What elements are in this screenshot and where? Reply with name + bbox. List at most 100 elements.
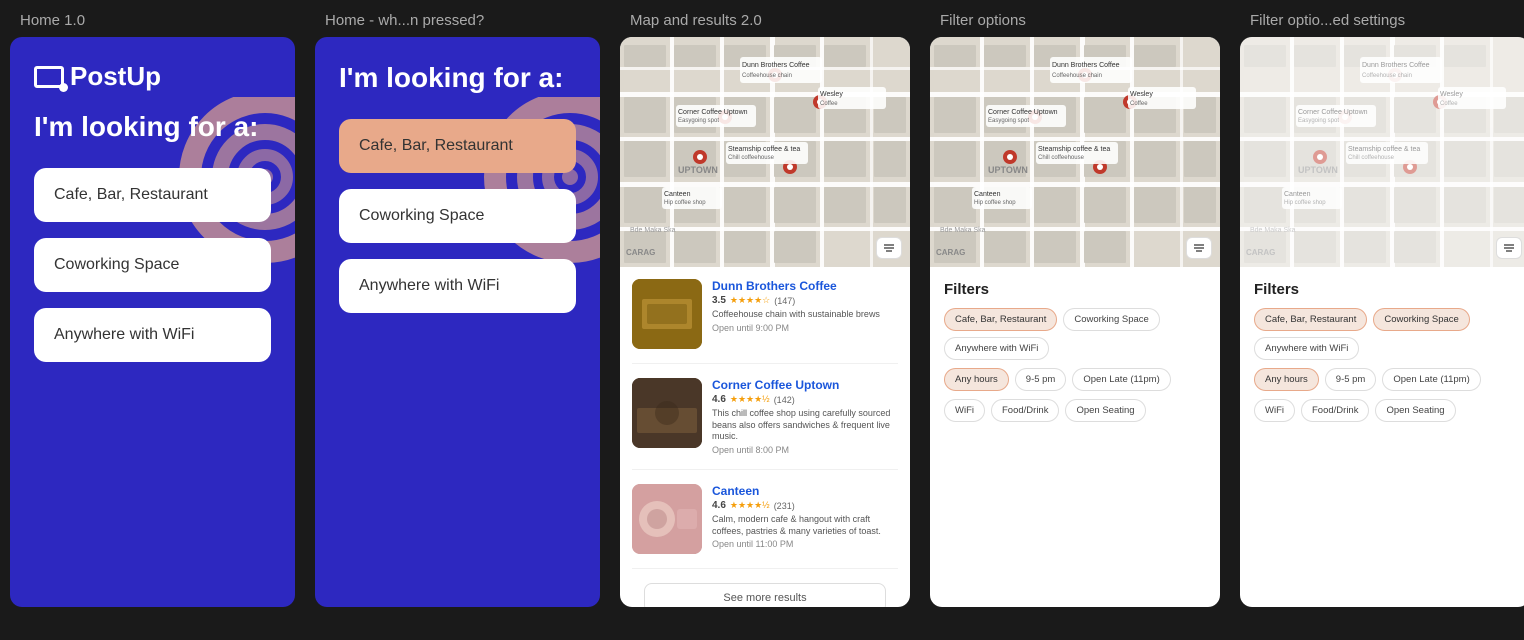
map-area-4: Dunn Brothers Coffee Coffeehouse chain W… [930,37,1220,267]
svg-text:UPTOWN: UPTOWN [678,165,718,175]
filter-seating-4[interactable]: Open Seating [1065,399,1145,422]
filter-row-type-4: Cafe, Bar, Restaurant Coworking Space An… [944,308,1206,360]
filters-title-5: Filters [1254,281,1516,298]
filter-row-hours-5: Any hours 9-5 pm Open Late (11pm) [1254,368,1516,391]
svg-text:Bde Maka Ska: Bde Maka Ska [630,227,676,234]
label-filter-advanced: Filter optio...ed settings [1230,12,1520,29]
filter-anyhours-4[interactable]: Any hours [944,368,1009,391]
filter-food-4[interactable]: Food/Drink [991,399,1059,422]
svg-text:Hip coffee shop: Hip coffee shop [974,200,1016,206]
filter-seating-5[interactable]: Open Seating [1375,399,1455,422]
rating-score-dunn: 3.5 [712,295,726,306]
svg-text:Canteen: Canteen [664,191,691,198]
filter-cowork-4[interactable]: Coworking Space [1063,308,1159,331]
svg-text:Canteen: Canteen [1284,191,1311,198]
svg-text:Coffeehouse chain: Coffeehouse chain [742,73,792,79]
filter-wifi-amenity-4[interactable]: WiFi [944,399,985,422]
label-home2: Home - wh...n pressed? [305,12,610,29]
screen-filter-advanced: Dunn Brothers Coffee Coffeehouse chain W… [1240,37,1524,607]
result-desc-canteen: Calm, modern cafe & hangout with craft c… [712,514,898,537]
map-filter-btn-5[interactable] [1496,237,1522,259]
filter-anyhours-5[interactable]: Any hours [1254,368,1319,391]
filter-cafe-5[interactable]: Cafe, Bar, Restaurant [1254,308,1367,331]
svg-text:Bde Maka Ska: Bde Maka Ska [1250,227,1296,234]
label-map-results: Map and results 2.0 [610,12,920,29]
result-hours-canteen: Open until 11:00 PM [712,539,898,549]
filter-wifi-5[interactable]: Anywhere with WiFi [1254,337,1359,360]
svg-text:Hip coffee shop: Hip coffee shop [664,200,706,206]
svg-text:Corner Coffee Uptown: Corner Coffee Uptown [1298,109,1368,116]
option-cafe-bar[interactable]: Cafe, Bar, Restaurant [34,168,271,222]
svg-text:Bde Maka Ska: Bde Maka Ska [940,227,986,234]
map-area-5: Dunn Brothers Coffee Coffeehouse chain W… [1240,37,1524,267]
result-info-canteen: Canteen 4.6 ★★★★½ (231) Calm, modern caf… [712,484,898,554]
option-coworking-2[interactable]: Coworking Space [339,189,576,243]
see-more-button[interactable]: See more results [644,583,886,607]
stars-dunn: ★★★★☆ [730,295,770,306]
rating-score-canteen: 4.6 [712,500,726,511]
filter-row-amenities-4: WiFi Food/Drink Open Seating [944,399,1206,422]
svg-text:Wesley: Wesley [1130,91,1153,98]
svg-text:CARAG: CARAG [626,248,655,257]
postup-logo: PostUp [34,61,271,92]
map-filter-btn[interactable] [876,237,902,259]
filters-panel-5: Filters Cafe, Bar, Restaurant Coworking … [1240,267,1524,444]
result-name-canteen: Canteen [712,484,898,498]
logo-text: PostUp [70,61,161,92]
result-rating-canteen: 4.6 ★★★★½ (231) [712,500,898,511]
option-coworking[interactable]: Coworking Space [34,238,271,292]
svg-text:Steamship coffee & tea: Steamship coffee & tea [1348,146,1420,153]
svg-text:Steamship coffee & tea: Steamship coffee & tea [1038,146,1110,153]
filter-row-type-5: Cafe, Bar, Restaurant Coworking Space An… [1254,308,1516,360]
filter-openlate-4[interactable]: Open Late (11pm) [1072,368,1170,391]
filter-95pm-5[interactable]: 9-5 pm [1325,368,1377,391]
option-buttons-list: Cafe, Bar, Restaurant Coworking Space An… [34,168,271,362]
svg-text:Dunn Brothers Coffee: Dunn Brothers Coffee [742,62,810,69]
filter-wifi-4[interactable]: Anywhere with WiFi [944,337,1049,360]
option-wifi-2[interactable]: Anywhere with WiFi [339,259,576,313]
result-item-dunn[interactable]: Dunn Brothers Coffee 3.5 ★★★★☆ (147) Cof… [632,279,898,364]
result-desc-dunn: Coffeehouse chain with sustainable brews [712,309,898,321]
result-img-corner [632,378,702,448]
svg-text:Dunn Brothers Coffee: Dunn Brothers Coffee [1362,62,1430,69]
filter-row-amenities-5: WiFi Food/Drink Open Seating [1254,399,1516,422]
svg-text:Coffee: Coffee [820,101,838,107]
option-wifi[interactable]: Anywhere with WiFi [34,308,271,362]
rating-count-canteen: (231) [774,501,795,511]
filter-cafe-4[interactable]: Cafe, Bar, Restaurant [944,308,1057,331]
svg-text:UPTOWN: UPTOWN [988,165,1028,175]
home2-heading: I'm looking for a: [339,61,576,95]
filters-title-4: Filters [944,281,1206,298]
svg-text:Coffeehouse chain: Coffeehouse chain [1052,73,1102,79]
screen-home-2: I'm looking for a: Cafe, Bar, Restaurant… [315,37,600,607]
map-area: Dunn Brothers Coffee Coffeehouse chain W… [620,37,910,267]
rating-count-corner: (142) [774,395,795,405]
filter-food-5[interactable]: Food/Drink [1301,399,1369,422]
filter-95pm-4[interactable]: 9-5 pm [1015,368,1067,391]
result-info-dunn: Dunn Brothers Coffee 3.5 ★★★★☆ (147) Cof… [712,279,898,349]
svg-text:Easygoing spot: Easygoing spot [1298,118,1339,124]
filter-cowork-5[interactable]: Coworking Space [1373,308,1469,331]
result-desc-corner: This chill coffee shop using carefully s… [712,408,898,443]
filter-openlate-5[interactable]: Open Late (11pm) [1382,368,1480,391]
svg-text:Steamship coffee & tea: Steamship coffee & tea [728,146,800,153]
filters-panel-4: Filters Cafe, Bar, Restaurant Coworking … [930,267,1220,444]
svg-text:Corner Coffee Uptown: Corner Coffee Uptown [678,109,748,116]
svg-text:Coffee: Coffee [1130,101,1148,107]
screen-map-results: Dunn Brothers Coffee Coffeehouse chain W… [620,37,910,607]
rating-count-dunn: (147) [774,296,795,306]
result-img-canteen [632,484,702,554]
svg-text:Corner Coffee Uptown: Corner Coffee Uptown [988,109,1058,116]
result-item-canteen[interactable]: Canteen 4.6 ★★★★½ (231) Calm, modern caf… [632,484,898,569]
map-filter-btn-4[interactable] [1186,237,1212,259]
svg-text:Wesley: Wesley [1440,91,1463,98]
option-cafe-bar-selected[interactable]: Cafe, Bar, Restaurant [339,119,576,173]
result-item-corner[interactable]: Corner Coffee Uptown 4.6 ★★★★½ (142) Thi… [632,378,898,470]
svg-text:UPTOWN: UPTOWN [1298,165,1338,175]
stars-corner: ★★★★½ [730,394,770,405]
result-name-dunn: Dunn Brothers Coffee [712,279,898,293]
svg-text:Chill coffeehouse: Chill coffeehouse [1348,155,1395,161]
filter-wifi-amenity-5[interactable]: WiFi [1254,399,1295,422]
filter-row-hours-4: Any hours 9-5 pm Open Late (11pm) [944,368,1206,391]
result-hours-dunn: Open until 9:00 PM [712,323,898,333]
